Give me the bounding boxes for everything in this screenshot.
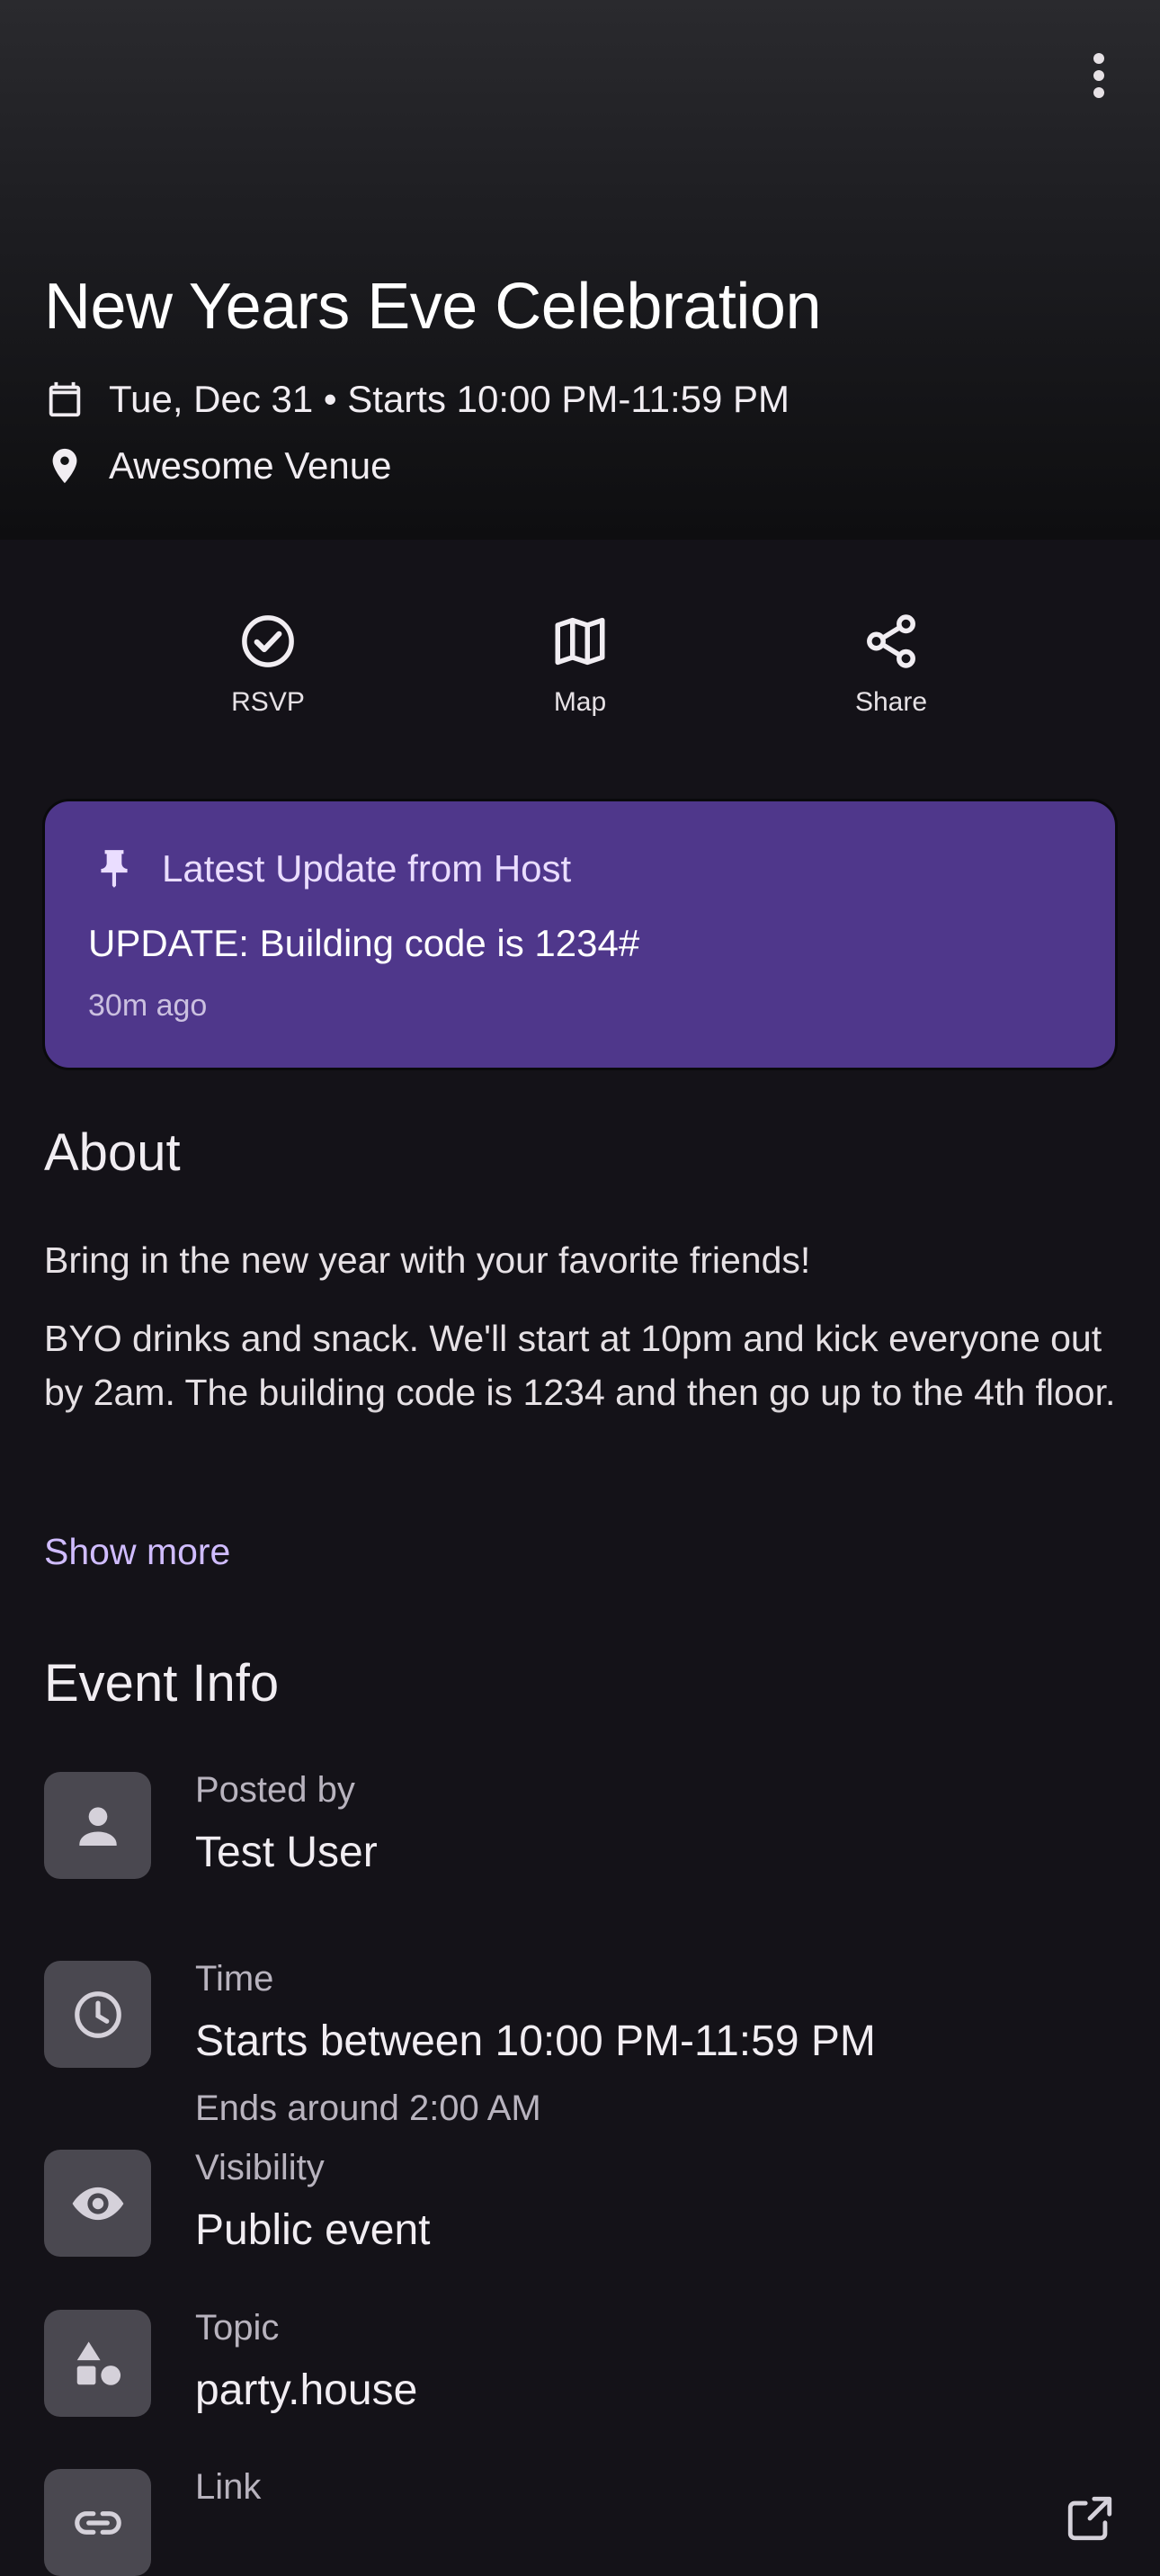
info-value: Public event bbox=[195, 2206, 431, 2254]
rsvp-button[interactable]: RSVP bbox=[178, 612, 358, 718]
check-circle-icon bbox=[238, 612, 298, 671]
link-icon bbox=[70, 2495, 126, 2551]
host-update-card[interactable]: Latest Update from Host UPDATE: Building… bbox=[42, 799, 1118, 1070]
location-pin-icon bbox=[44, 445, 85, 487]
info-tile bbox=[44, 2150, 151, 2257]
update-timestamp: 30m ago bbox=[88, 988, 208, 1023]
map-label: Map bbox=[553, 687, 607, 717]
info-label: Topic bbox=[195, 2308, 280, 2348]
info-tile bbox=[44, 2469, 151, 2576]
about-description: BYO drinks and snack. We'll start at 10p… bbox=[44, 1318, 1116, 1413]
info-label: Link bbox=[195, 2467, 262, 2507]
event-date-text: Tue, Dec 31 • Starts 10:00 PM-11:59 PM bbox=[109, 378, 790, 420]
update-heading: Latest Update from Host bbox=[162, 847, 572, 890]
pin-icon bbox=[92, 846, 137, 891]
share-button[interactable]: Share bbox=[801, 612, 981, 718]
update-heading-row: Latest Update from Host bbox=[92, 846, 571, 891]
update-body: UPDATE: Building code is 1234# bbox=[88, 922, 640, 964]
share-icon bbox=[861, 612, 921, 671]
event-date-row: Tue, Dec 31 • Starts 10:00 PM-11:59 PM bbox=[44, 378, 790, 421]
clock-icon bbox=[70, 1987, 126, 2043]
info-label: Time bbox=[195, 1959, 274, 1999]
more-options-button[interactable] bbox=[1072, 49, 1126, 103]
info-tile bbox=[44, 1961, 151, 2068]
info-subtext: Ends around 2:00 AM bbox=[195, 2089, 541, 2128]
rsvp-label: RSVP bbox=[231, 687, 305, 717]
info-value: party.house bbox=[195, 2366, 418, 2414]
info-value: Test User bbox=[195, 1829, 378, 1876]
event-title: New Years Eve Celebration bbox=[44, 271, 822, 343]
about-heading: About bbox=[44, 1123, 181, 1182]
info-label: Posted by bbox=[195, 1770, 355, 1810]
map-button[interactable]: Map bbox=[490, 612, 670, 718]
more-vert-icon bbox=[1092, 52, 1106, 99]
map-icon bbox=[550, 612, 610, 671]
info-label: Visibility bbox=[195, 2148, 325, 2187]
action-bar: RSVP Map Share bbox=[0, 612, 1160, 738]
info-tile bbox=[44, 1772, 151, 1879]
calendar-icon bbox=[44, 379, 85, 420]
event-venue-row[interactable]: Awesome Venue bbox=[44, 444, 391, 487]
show-more-link[interactable]: Show more bbox=[44, 1531, 230, 1573]
about-tagline: Bring in the new year with your favorite… bbox=[44, 1239, 811, 1281]
info-tile bbox=[44, 2310, 151, 2417]
shapes-icon bbox=[70, 2336, 126, 2392]
share-label: Share bbox=[854, 687, 928, 717]
event-venue-text: Awesome Venue bbox=[109, 444, 392, 487]
person-icon bbox=[70, 1798, 126, 1854]
event-info-heading: Event Info bbox=[44, 1654, 280, 1713]
open-external-icon[interactable] bbox=[1064, 2492, 1116, 2545]
event-header: New Years Eve Celebration Tue, Dec 31 • … bbox=[0, 0, 1160, 540]
eye-icon bbox=[70, 2176, 126, 2232]
info-value: Starts between 10:00 PM-11:59 PM bbox=[195, 2017, 876, 2065]
